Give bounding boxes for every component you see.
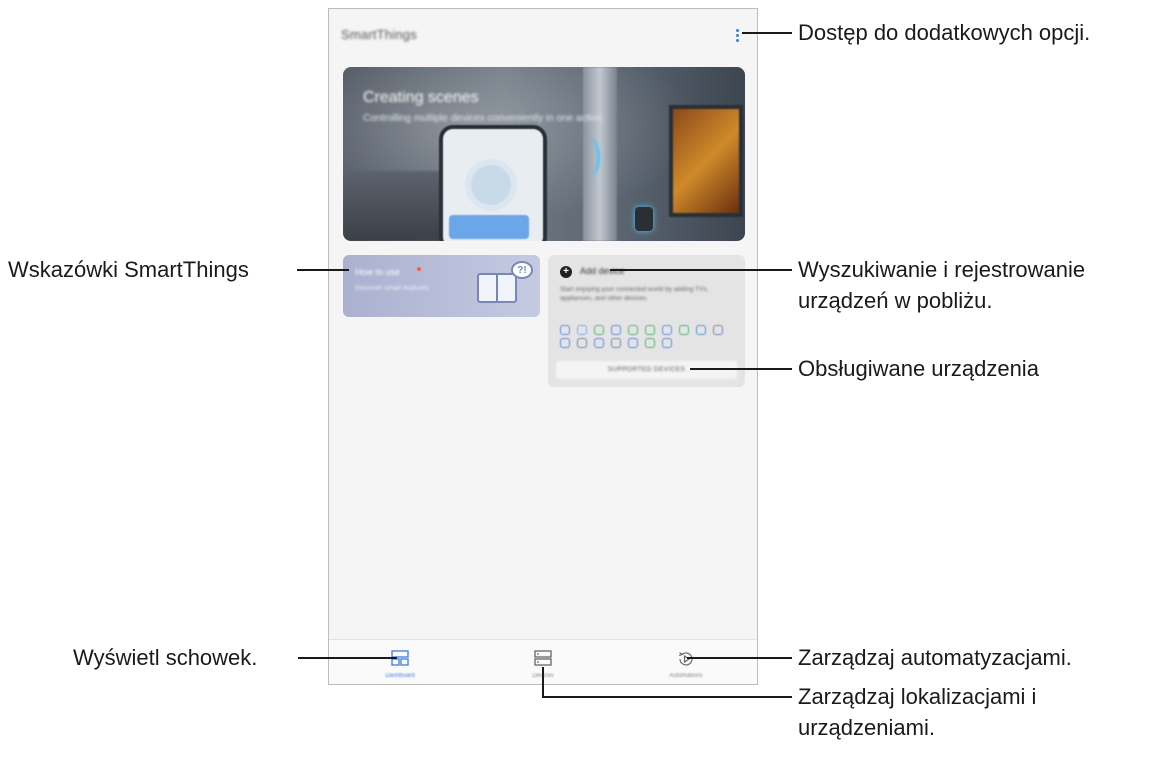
- callout-line-devices-vertical: [542, 667, 544, 698]
- automations-icon: [678, 652, 693, 666]
- tv-device-icon: [628, 325, 638, 335]
- tab-dashboard-label: Dashboard: [385, 673, 415, 679]
- tab-automations-label: Automations: [669, 673, 703, 679]
- speaker-device-icon: [560, 325, 570, 335]
- creating-scenes-banner[interactable]: Creating scenes Controlling multiple dev…: [343, 67, 745, 241]
- more-options-button[interactable]: [731, 25, 743, 45]
- book-icon: [477, 273, 517, 303]
- tips-title: How to use: [355, 267, 401, 277]
- light-device-icon: [628, 338, 638, 348]
- callout-line-automations: [687, 657, 792, 659]
- fridge-device-icon: [679, 325, 689, 335]
- callout-locations-1: Zarządzaj lokalizacjami i: [798, 684, 1037, 709]
- callout-automations: Zarządzaj automatyzacjami.: [798, 645, 1072, 670]
- callout-line-tips: [297, 269, 349, 271]
- plug-device-icon: [577, 338, 587, 348]
- tablet-device-icon: [696, 325, 706, 335]
- bulb-device-icon: [577, 325, 587, 335]
- smartthings-screen: SmartThings Creating scenes Controlling …: [328, 8, 758, 685]
- remote-device-icon: [611, 325, 621, 335]
- add-device-description: Start enjoying your connected world by a…: [560, 286, 709, 302]
- device-icons-grid: [560, 325, 736, 348]
- monitor-device-icon: [662, 338, 672, 348]
- tips-subtitle: Discover smart features: [355, 285, 429, 292]
- banner-subtitle: Controlling multiple devices convenientl…: [363, 113, 603, 124]
- devices-icon: [534, 650, 552, 666]
- tab-automations[interactable]: Automations: [615, 640, 757, 684]
- supported-devices-button[interactable]: SUPPORTED DEVICES: [556, 361, 737, 379]
- camera-device-icon: [713, 325, 723, 335]
- callout-line-supported: [690, 368, 792, 370]
- lock-device-icon: [645, 338, 655, 348]
- new-badge-dot: [417, 267, 421, 271]
- phone-device-icon: [594, 325, 604, 335]
- callout-line-more-options: [742, 32, 792, 34]
- callout-line-add-device: [610, 269, 792, 271]
- callout-line-devices-horizontal: [542, 696, 792, 698]
- callout-search-register-2: urządzeń w pobliżu.: [798, 288, 993, 313]
- callout-tips: Wskazówki SmartThings: [8, 257, 249, 282]
- sensor-device-icon: [594, 338, 604, 348]
- app-title: SmartThings: [341, 27, 417, 42]
- more-vertical-icon: [735, 28, 739, 32]
- callout-dashboard: Wyświetl schowek.: [73, 645, 258, 670]
- watch-device-icon: [560, 338, 570, 348]
- callout-supported-devices: Obsługiwane urządzenia: [798, 356, 1039, 381]
- headphones-device-icon: [645, 325, 655, 335]
- hub-device-icon: [611, 338, 621, 348]
- question-bubble-icon: ?!: [511, 261, 533, 279]
- tv-image: [669, 105, 743, 217]
- phone-image: [439, 125, 547, 241]
- add-device-title: Add device: [580, 266, 625, 276]
- callout-line-dashboard: [298, 657, 397, 659]
- washer-device-icon: [662, 325, 672, 335]
- tab-dashboard[interactable]: Dashboard: [329, 640, 471, 684]
- smartthings-tips-card[interactable]: How to use Discover smart features ?!: [343, 255, 540, 317]
- callout-search-register-1: Wyszukiwanie i rejestrowanie: [798, 257, 1086, 282]
- callout-more-options: Dostęp do dodatkowych opcji.: [798, 20, 1091, 45]
- add-icon: +: [560, 266, 572, 278]
- banner-title: Creating scenes: [363, 89, 479, 106]
- speaker-image: [635, 207, 653, 231]
- callout-locations-2: urządzeniami.: [798, 715, 935, 740]
